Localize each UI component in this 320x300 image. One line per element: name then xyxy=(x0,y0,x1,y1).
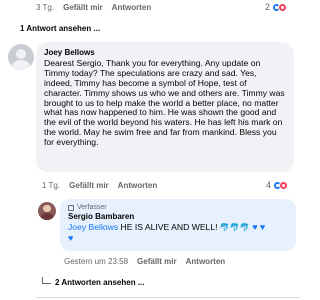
love-reaction-icon xyxy=(279,180,289,190)
bottom-view-replies-label: 2 Antworten ansehen ... xyxy=(55,278,145,287)
main-reaction-count: 4 xyxy=(266,180,272,190)
main-comment-author[interactable]: Joey Bellows xyxy=(44,48,286,57)
main-like-link[interactable]: Gefällt mir xyxy=(69,181,109,190)
top-view-replies-link[interactable]: 1 Antwort ansehen ... xyxy=(20,24,100,33)
dolphin-emoji-icon: 🐬🐬🐬 xyxy=(219,223,250,232)
top-reaction-count: 2 xyxy=(265,2,271,12)
reply-reply-link[interactable]: Antworten xyxy=(186,257,226,266)
reply-time: Gestern um 23:58 xyxy=(64,257,129,266)
reply-text: Joey Bellows HE IS ALIVE AND WELL! 🐬🐬🐬 ♥… xyxy=(68,222,288,244)
blue-heart-icon: ♥ xyxy=(68,232,74,243)
author-badge-label: Verfasser xyxy=(77,204,107,211)
top-comment-time: 3 Tg. xyxy=(36,3,55,12)
reply-arrow-icon xyxy=(42,277,51,284)
reply-actions: Gestern um 23:58 Gefällt mir Antworten xyxy=(64,257,234,266)
bottom-divider xyxy=(36,297,300,298)
reply-like-link[interactable]: Gefällt mir xyxy=(137,257,177,266)
top-reply-link[interactable]: Antworten xyxy=(112,3,152,12)
top-view-replies-label: 1 Antwort ansehen ... xyxy=(20,24,101,33)
top-like-link[interactable]: Gefällt mir xyxy=(63,3,103,12)
bottom-view-replies-link[interactable]: 2 Antworten ansehen ... xyxy=(42,277,145,287)
author-badge: Verfasser xyxy=(68,204,288,211)
blue-heart-icon: ♥ xyxy=(259,222,266,232)
top-comment-actions: 3 Tg. Gefällt mir Antworten xyxy=(36,3,160,12)
reply-mention-link[interactable]: Joey Bellows xyxy=(68,222,118,232)
reply-bubble: Verfasser Sergio Bambaren Joey Bellows H… xyxy=(60,199,296,251)
main-comment-time: 1 Tg. xyxy=(42,181,61,190)
love-reaction-icon xyxy=(278,2,288,12)
reply-author[interactable]: Sergio Bambaren xyxy=(68,212,288,221)
author-badge-icon xyxy=(68,204,74,211)
main-reactions[interactable]: 4 xyxy=(266,180,289,190)
main-comment-actions: 1 Tg. Gefällt mir Antworten xyxy=(42,181,166,190)
main-comment-text: Dearest Sergio, Thank you for everything… xyxy=(44,58,285,147)
blue-heart-icon: ♥ xyxy=(252,222,258,232)
main-comment-bubble: Joey Bellows Dearest Sergio, Thank you f… xyxy=(36,42,294,172)
top-reactions[interactable]: 2 xyxy=(265,2,288,12)
sergio-avatar[interactable] xyxy=(38,202,56,220)
reply-body: HE IS ALIVE AND WELL! xyxy=(120,222,218,232)
joey-avatar[interactable] xyxy=(8,44,34,70)
main-reply-link[interactable]: Antworten xyxy=(118,181,158,190)
